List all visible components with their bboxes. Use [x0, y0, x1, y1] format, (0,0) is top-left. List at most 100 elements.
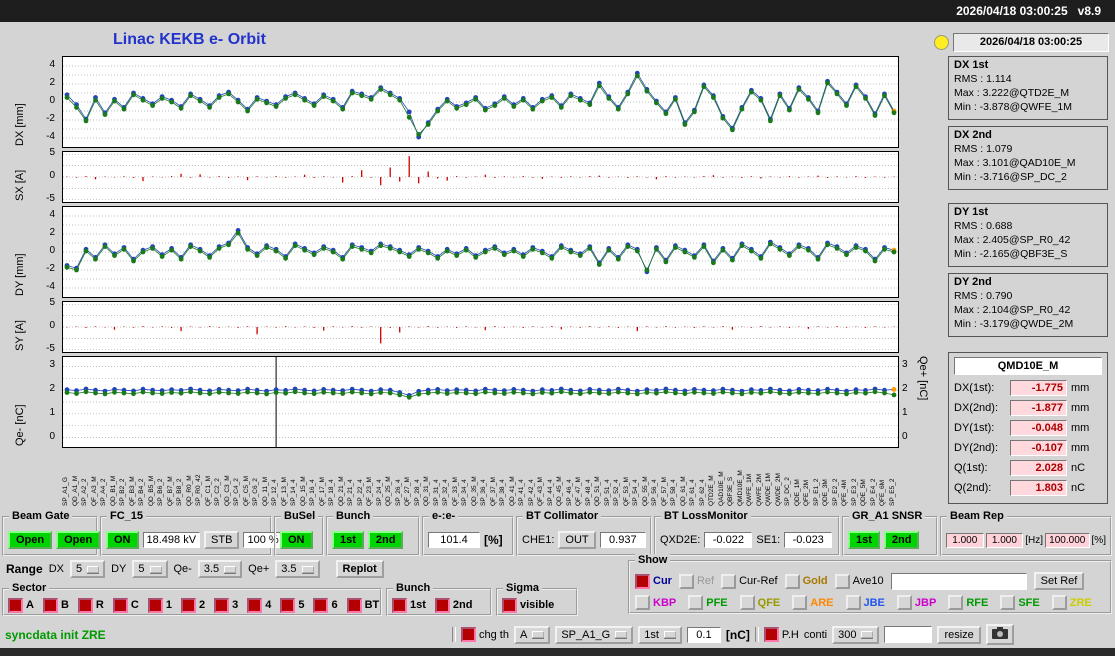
gold-label: Gold — [802, 575, 828, 587]
sector-r-checkbox[interactable] — [77, 597, 93, 613]
sector-b-checkbox[interactable] — [42, 597, 58, 613]
gold-checkbox[interactable] — [784, 573, 800, 589]
dx-axis-label: DX [mm] — [14, 103, 26, 146]
set-ref-button[interactable]: Set Ref — [1033, 572, 1085, 590]
qfe-checkbox[interactable] — [739, 595, 755, 610]
dy-1st-stats: DY 1st RMS : 0.688 Max : 2.405@SP_R0_42 … — [948, 203, 1108, 267]
range-qem-dropdown[interactable]: 3.5 — [197, 560, 243, 578]
sigma-visible-checkbox[interactable] — [502, 597, 517, 613]
count-input[interactable] — [884, 626, 933, 643]
sector-4-checkbox[interactable] — [247, 597, 263, 613]
sigma-group: Sigma visible — [496, 582, 578, 616]
sector-c-checkbox[interactable] — [112, 597, 128, 613]
are-checkbox[interactable] — [792, 595, 808, 610]
dy-1st-min: Min : -2.165@QBF3E_S — [954, 248, 1068, 260]
range-qep-label: Qe+ — [248, 563, 270, 575]
monitor-select-dropdown[interactable]: SP_A1_G — [555, 625, 634, 644]
chg-th-checkbox[interactable] — [461, 627, 476, 642]
range-row: Range DX 5 DY 5 Qe- 3.5 Qe+ 3.5 Replot — [6, 560, 384, 578]
zre-checkbox[interactable] — [1051, 595, 1067, 610]
kbp-checkbox[interactable] — [635, 595, 650, 610]
screenshot-button[interactable] — [985, 624, 1014, 645]
resize-button[interactable]: resize — [937, 625, 981, 644]
fc15-on-button[interactable]: ON — [106, 531, 139, 549]
beam-gate-open-2-button[interactable]: Open — [56, 531, 101, 549]
range-dx-value: 5 — [75, 563, 83, 575]
sector-5-item: 5 — [280, 597, 304, 613]
range-dx-label: DX — [48, 563, 64, 575]
sy-plot[interactable] — [62, 301, 899, 353]
ref-checkbox[interactable] — [678, 573, 694, 589]
monitor-row-unit: nC — [1071, 462, 1086, 474]
jbp-checkbox[interactable] — [896, 595, 912, 610]
page-title: Linac KEKB e- Orbit — [113, 31, 266, 48]
sigma-visible-item: visible — [502, 597, 554, 613]
monitor-row-unit: mm — [1071, 442, 1090, 454]
monitor-row: DX(2nd): -1.877 mm — [954, 398, 1102, 418]
ee-ratio-unit: [%] — [484, 533, 503, 547]
sx-plot[interactable] — [62, 151, 899, 203]
cur-ref-checkbox[interactable] — [721, 573, 737, 589]
range-dy-dropdown[interactable]: 5 — [132, 560, 168, 578]
ave10-checkbox[interactable] — [834, 573, 850, 589]
range-dy-value: 5 — [138, 563, 145, 575]
threshold-input[interactable]: 0.1 — [686, 626, 721, 643]
gr-snsr-1st-button[interactable]: 1st — [848, 531, 880, 549]
show-title: Show — [635, 554, 671, 566]
range-qep-dropdown[interactable]: 3.5 — [275, 560, 320, 578]
monitor-row-value: -0.107 — [1010, 440, 1067, 456]
chg-th-item: chg th — [461, 627, 509, 642]
dx-plot[interactable] — [62, 56, 899, 148]
gr-snsr-2nd-button[interactable]: 2nd — [883, 531, 920, 549]
sector-select-dropdown[interactable]: A — [513, 625, 551, 644]
sfe-checkbox[interactable] — [1000, 595, 1016, 610]
rfe-checkbox[interactable] — [948, 595, 964, 610]
busel-on-button[interactable]: ON — [280, 531, 313, 549]
fc15-stb-button[interactable]: STB — [204, 531, 240, 549]
sector-a-checkbox[interactable] — [8, 597, 23, 613]
conti-label: conti — [803, 628, 828, 641]
sector-4-item: 4 — [247, 597, 271, 613]
bunch-2nd-button[interactable]: 2nd — [367, 531, 404, 549]
bunch-1st-checkbox[interactable] — [392, 597, 407, 613]
dx-2nd-min: Min : -3.716@SP_DC_2 — [954, 171, 1067, 183]
qe-plot[interactable] — [62, 356, 899, 448]
qxd2e-label: QXD2E: — [660, 534, 701, 546]
cur-checkbox[interactable] — [635, 573, 650, 589]
che1-out-button[interactable]: OUT — [558, 531, 596, 549]
dx-2nd-stats: DX 2nd RMS : 1.079 Max : 3.101@QAD10E_M … — [948, 126, 1108, 190]
range-label: Range — [6, 562, 43, 576]
monitor-row: DY(2nd): -0.107 mm — [954, 438, 1102, 458]
pfe-checkbox[interactable] — [688, 595, 704, 610]
qe-plus-axis-label: Qe+ [nC] — [917, 356, 929, 401]
beam-rep-value-1: 1.000 — [946, 532, 984, 548]
range-dy-label: DY — [111, 563, 127, 575]
dy-plot[interactable] — [62, 206, 899, 298]
sector-6-checkbox[interactable] — [313, 597, 329, 613]
beam-gate-open-1-button[interactable]: Open — [8, 531, 53, 549]
ref-name-input[interactable] — [890, 572, 1027, 590]
ph-checkbox[interactable] — [763, 627, 779, 642]
sector-bt-checkbox[interactable] — [346, 597, 362, 613]
beam-rep-group: Beam Rep 1.000 1.000 [Hz] 100.000 [%] — [940, 510, 1112, 556]
dropdown-indicator-icon — [149, 565, 162, 573]
bunch-1st-button[interactable]: 1st — [332, 531, 364, 549]
jbe-checkbox[interactable] — [845, 595, 861, 610]
sector-5-checkbox[interactable] — [280, 597, 296, 613]
ee-ratio-value: 101.4 — [428, 532, 480, 548]
sector-1-checkbox[interactable] — [147, 597, 163, 613]
sector-3-checkbox[interactable] — [214, 597, 230, 613]
bunch-select-dropdown[interactable]: 1st — [638, 625, 682, 644]
selected-monitor-name[interactable]: QMD10E_M — [954, 357, 1102, 375]
replot-button[interactable]: Replot — [335, 560, 384, 578]
range-qem-label: Qe- — [173, 563, 192, 575]
sector-2-checkbox[interactable] — [180, 597, 196, 613]
cur-ref-label: Cur-Ref — [739, 575, 778, 587]
show-are-item: ARE — [792, 595, 834, 610]
dy-2nd-stats: DY 2nd RMS : 0.790 Max : 2.104@SP_R0_42 … — [948, 273, 1108, 337]
qe-yticks-left: 3210 — [49, 359, 55, 442]
interval-dropdown[interactable]: 300 — [832, 625, 880, 644]
bunch-2nd-checkbox[interactable] — [434, 597, 450, 613]
range-dx-dropdown[interactable]: 5 — [69, 560, 106, 578]
status-message: syncdata init ZRE — [5, 628, 106, 642]
